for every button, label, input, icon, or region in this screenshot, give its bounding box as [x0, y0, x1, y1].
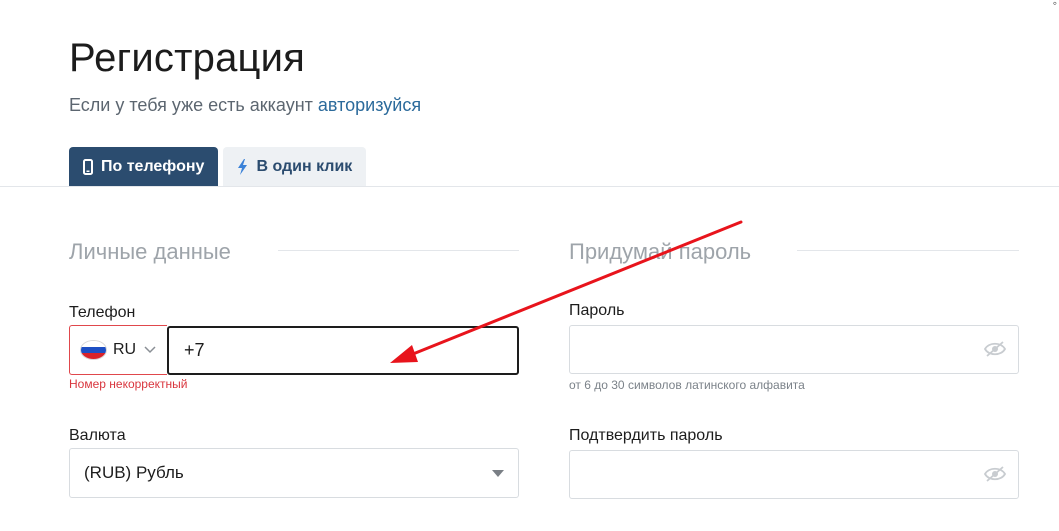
phone-label: Телефон: [69, 304, 136, 321]
password-input[interactable]: [569, 325, 1019, 374]
phone-input[interactable]: [167, 326, 519, 375]
password-hint: от 6 до 30 символов латинского алфавита: [569, 378, 805, 392]
registration-tabs: По телефону В один клик: [69, 147, 371, 186]
phone-error: Номер некорректный: [69, 377, 188, 391]
login-prompt-text: Если у тебя уже есть аккаунт: [69, 95, 318, 115]
country-selector[interactable]: RU: [69, 325, 167, 375]
country-code: RU: [113, 341, 137, 358]
personal-data-rule: [278, 250, 519, 251]
corner-mark: ◦: [1052, 0, 1057, 10]
confirm-password-label: Подтвердить пароль: [569, 427, 723, 444]
personal-data-title: Личные данные: [69, 239, 231, 264]
confirm-password-input[interactable]: [569, 450, 1019, 499]
eye-hidden-icon[interactable]: [983, 465, 1007, 488]
password-section-rule: [797, 250, 1019, 251]
tab-by-phone-label: По телефону: [101, 157, 205, 175]
phone-icon: [83, 158, 93, 175]
tab-one-click[interactable]: В один клик: [223, 147, 367, 186]
page-title: Регистрация: [69, 36, 306, 80]
tab-by-phone[interactable]: По телефону: [69, 147, 219, 186]
currency-select[interactable]: (RUB) Рубль: [69, 448, 519, 498]
login-prompt: Если у тебя уже есть аккаунт авторизуйся: [69, 95, 421, 116]
chevron-down-icon: [144, 346, 156, 354]
currency-label: Валюта: [69, 427, 126, 444]
password-section-title: Придумай пароль: [569, 239, 752, 264]
lightning-icon: [237, 158, 248, 175]
russia-flag-icon: [80, 340, 107, 360]
tab-one-click-label: В один клик: [256, 157, 353, 175]
login-link[interactable]: авторизуйся: [318, 95, 421, 115]
tabs-divider: [0, 186, 1059, 187]
currency-value: (RUB) Рубль: [84, 463, 184, 482]
eye-hidden-icon[interactable]: [983, 340, 1007, 363]
dropdown-caret-icon: [492, 470, 504, 477]
password-label: Пароль: [569, 302, 625, 319]
